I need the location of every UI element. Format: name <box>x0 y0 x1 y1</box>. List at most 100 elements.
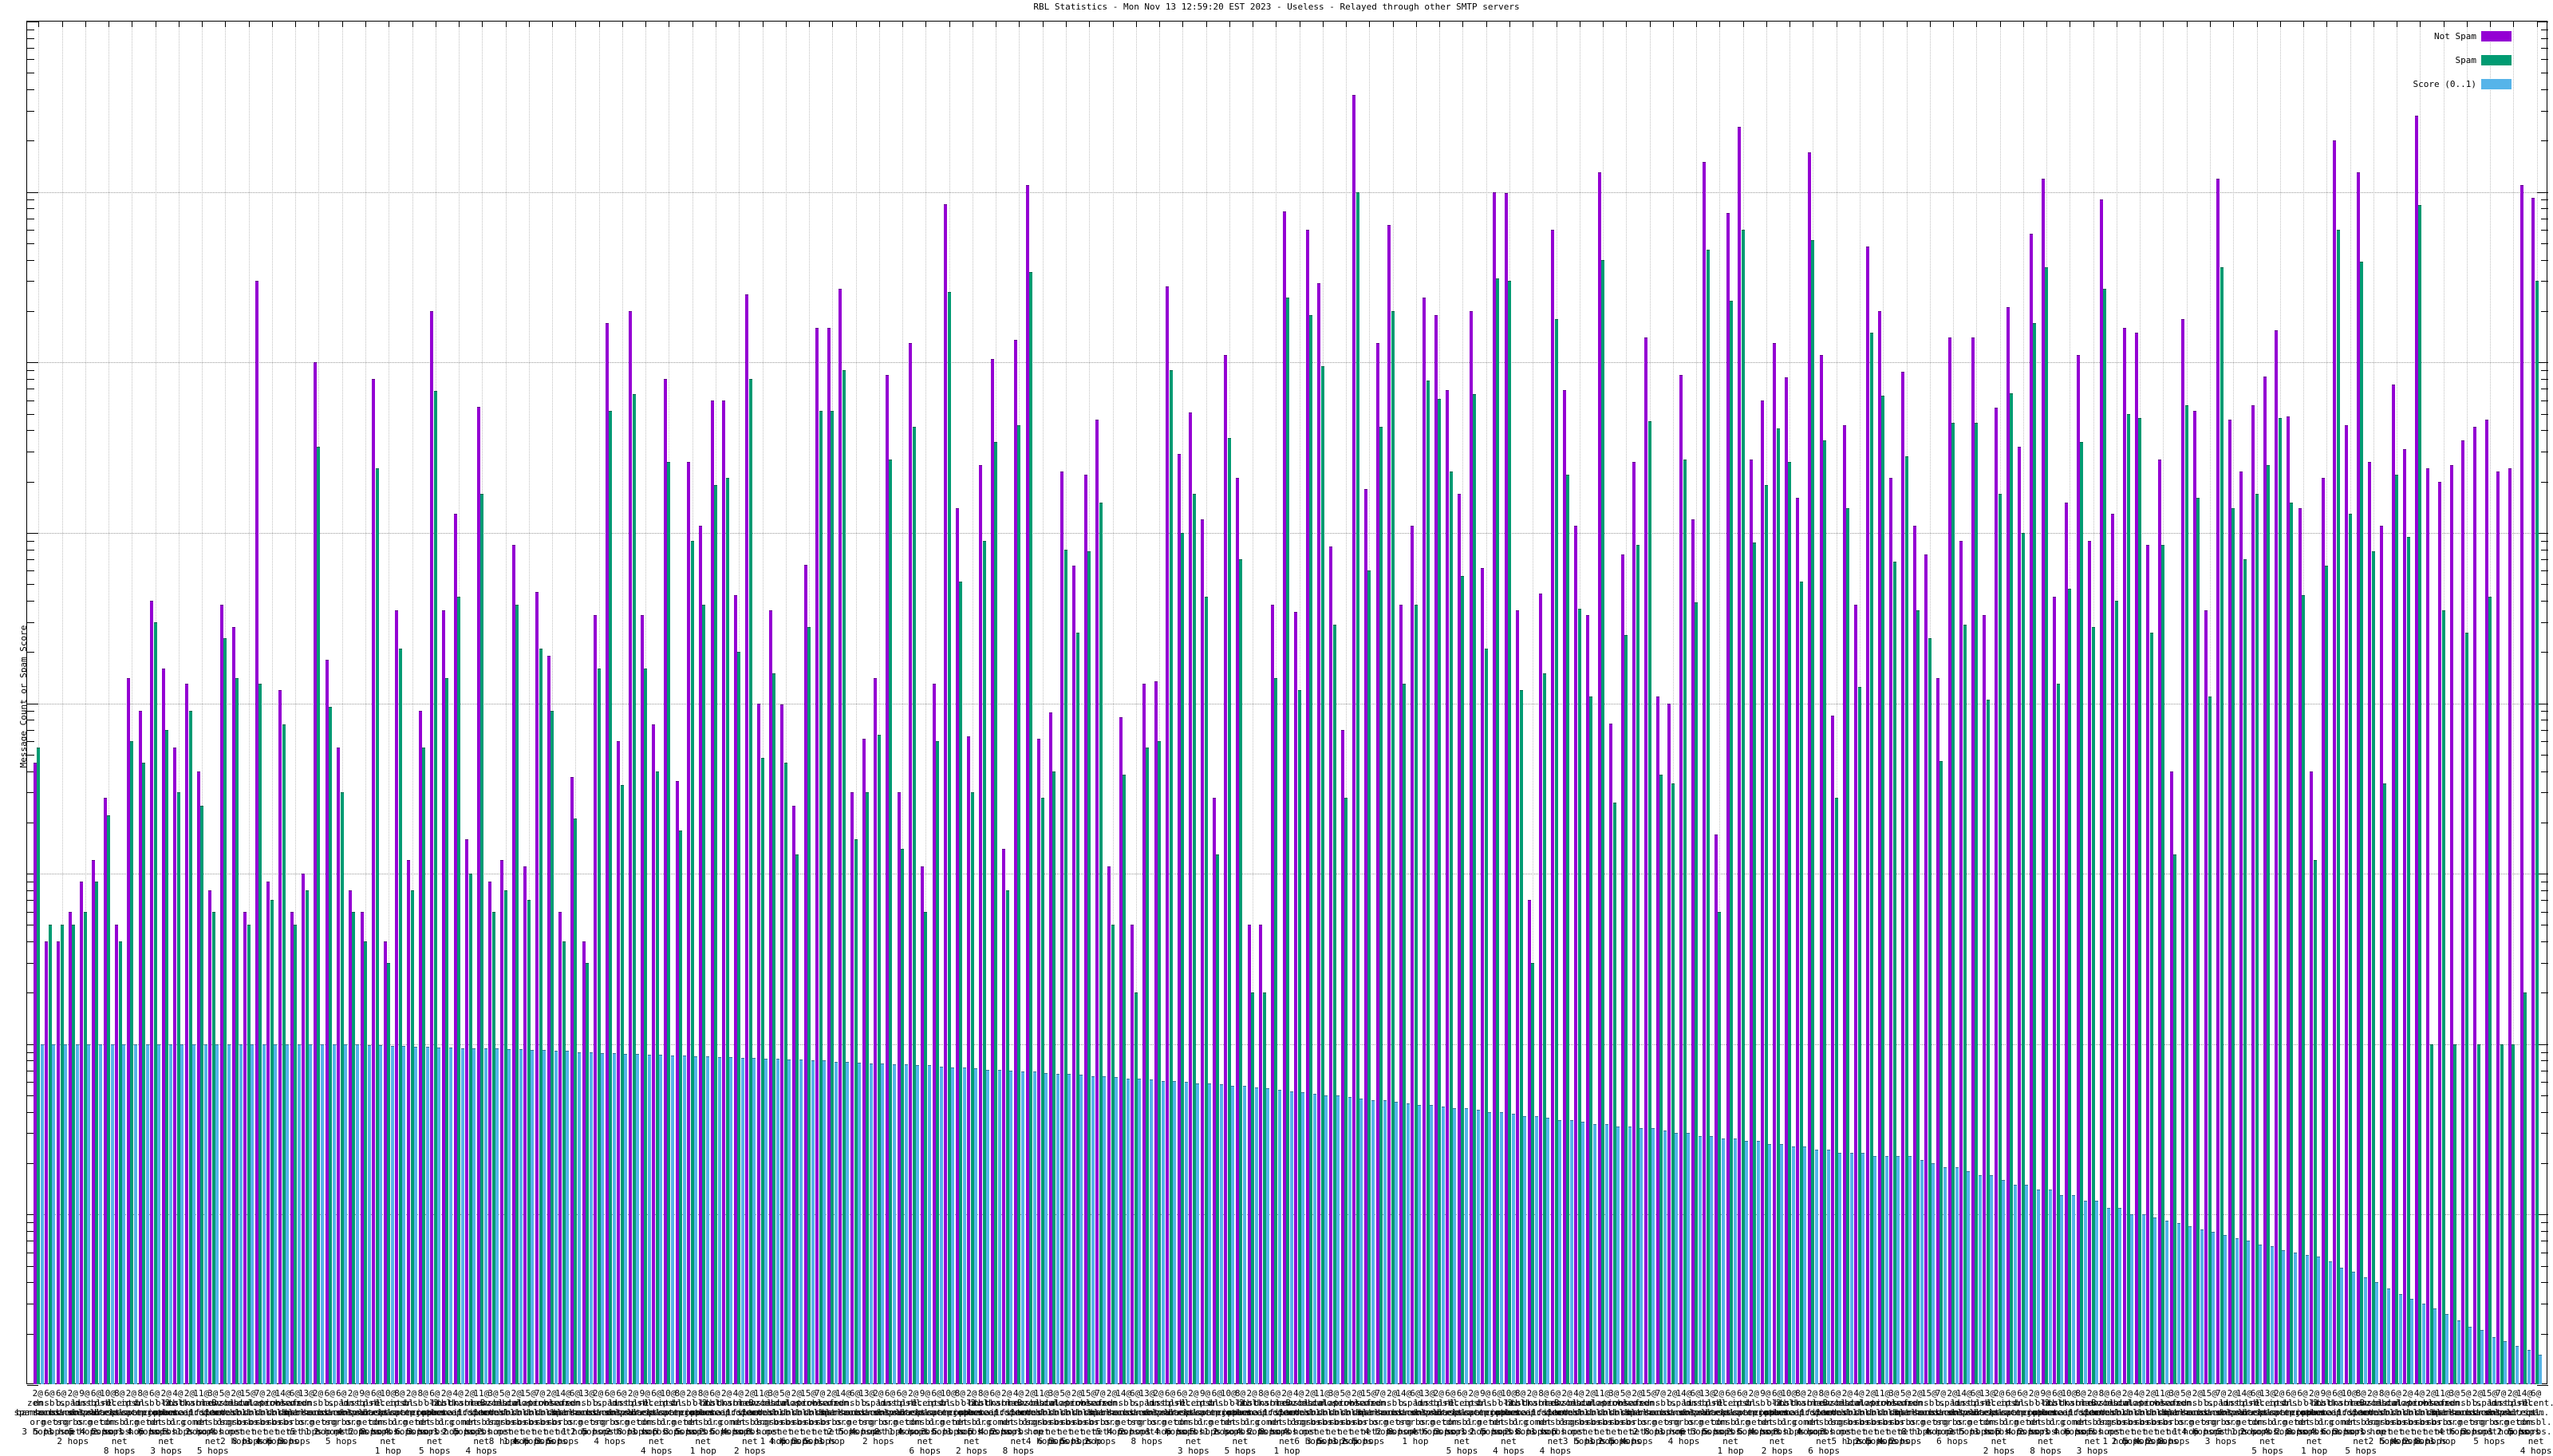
x-axis-tick <box>342 22 343 27</box>
axis-minor-tick <box>2541 622 2548 623</box>
x-axis-tick <box>2513 22 2514 27</box>
bar-spam <box>667 462 670 1384</box>
bar-score <box>2224 1235 2227 1384</box>
bar-score <box>344 1044 347 1384</box>
bar-notspam <box>1738 127 1741 1384</box>
bar-score <box>41 1044 44 1384</box>
axis-minor-tick <box>2541 1231 2548 1232</box>
bar-notspam <box>1283 211 1286 1384</box>
bar-score <box>309 1044 312 1384</box>
bar-spam <box>1636 545 1640 1384</box>
bar-score <box>1990 1175 1993 1384</box>
bar-notspam <box>804 565 807 1384</box>
axis-minor-tick <box>2541 559 2548 560</box>
x-axis-tick <box>1159 22 1160 27</box>
bar-spam <box>247 925 251 1384</box>
bar-score <box>2329 1261 2332 1384</box>
bar-spam <box>959 582 962 1384</box>
bar-spam <box>1928 638 1932 1384</box>
axis-minor-tick <box>2541 652 2548 653</box>
bar-spam <box>1659 775 1663 1384</box>
axis-minor-tick <box>2541 208 2548 209</box>
bar-notspam <box>2065 503 2068 1384</box>
bar-spam <box>434 391 437 1384</box>
bar-spam <box>1648 421 1651 1384</box>
x-axis-tick <box>2257 22 2258 27</box>
bar-spam <box>1601 260 1604 1384</box>
bar-notspam <box>34 763 37 1384</box>
axis-minor-tick <box>2541 900 2548 901</box>
bar-spam <box>819 411 823 1384</box>
bar-notspam <box>2146 545 2149 1384</box>
bar-score <box>1255 1087 1258 1384</box>
bar-spam <box>1496 278 1499 1384</box>
x-axis-tick <box>645 22 646 27</box>
bar-spam <box>2267 465 2270 1384</box>
bar-score <box>2235 1238 2239 1384</box>
bar-spam <box>2302 595 2305 1384</box>
bar-notspam <box>2170 771 2173 1384</box>
bar-score <box>1722 1138 1725 1384</box>
bar-spam <box>1052 771 1056 1384</box>
bar-score <box>2468 1327 2472 1384</box>
x-axis-tick <box>2420 22 2421 27</box>
bar-score <box>157 1044 160 1384</box>
bar-score <box>1442 1107 1445 1384</box>
bar-notspam <box>2368 462 2371 1384</box>
bar-score <box>2049 1190 2052 1384</box>
bar-score <box>2084 1201 2087 1384</box>
bar-notspam <box>1178 454 1181 1384</box>
x-axis-tick <box>925 22 926 27</box>
x-axis-tick <box>1393 22 1394 27</box>
bar-notspam <box>185 684 188 1384</box>
bar-score <box>1313 1094 1316 1384</box>
legend-row-notspam: Not Spam <box>2274 31 2513 41</box>
bar-score <box>2130 1214 2133 1384</box>
bar-notspam <box>220 605 223 1384</box>
bar-notspam <box>1470 311 1473 1384</box>
axis-minor-tick <box>2541 1060 2548 1061</box>
bar-score <box>122 1044 125 1384</box>
bar-notspam <box>1458 494 1461 1384</box>
bar-score <box>1009 1071 1012 1384</box>
bar-score <box>1395 1102 1398 1384</box>
bar-notspam <box>2310 771 2313 1384</box>
axis-minor-tick <box>27 482 34 483</box>
bar-score <box>1558 1120 1561 1384</box>
bar-spam <box>1379 427 1383 1384</box>
axis-minor-tick <box>27 48 34 49</box>
bar-score <box>1430 1105 1433 1384</box>
bar-notspam <box>173 748 176 1384</box>
bar-spam <box>504 890 507 1384</box>
bar-notspam <box>1399 605 1403 1384</box>
axis-minor-tick <box>2541 370 2548 371</box>
bar-spam <box>2033 323 2036 1384</box>
bar-notspam <box>1271 605 1274 1384</box>
bar-notspam <box>2485 420 2488 1384</box>
bar-spam <box>1403 684 1406 1384</box>
bar-notspam <box>243 912 247 1384</box>
bar-spam <box>609 411 612 1384</box>
bar-notspam <box>1667 704 1671 1385</box>
bar-spam <box>586 963 589 1384</box>
bar-notspam <box>197 771 200 1384</box>
bar-spam <box>1765 485 1768 1384</box>
bar-score <box>2200 1229 2204 1384</box>
bar-spam <box>1975 423 1978 1384</box>
bar-spam <box>633 394 636 1384</box>
bar-score <box>543 1050 546 1384</box>
bar-score <box>2399 1294 2402 1384</box>
bar-score <box>1418 1105 1421 1384</box>
bar-spam <box>2523 992 2527 1384</box>
bar-score <box>2153 1217 2156 1384</box>
bar-notspam <box>2508 468 2512 1384</box>
bar-spam <box>971 792 974 1384</box>
bar-notspam <box>2100 199 2103 1384</box>
bar-score <box>180 1044 183 1384</box>
x-axis-tick <box>879 22 880 27</box>
bar-spam <box>1566 475 1569 1384</box>
bar-spam <box>1356 192 1359 1384</box>
x-axis-tick <box>2280 22 2281 27</box>
bar-spam <box>2488 597 2492 1384</box>
x-axis-tick <box>809 22 810 27</box>
